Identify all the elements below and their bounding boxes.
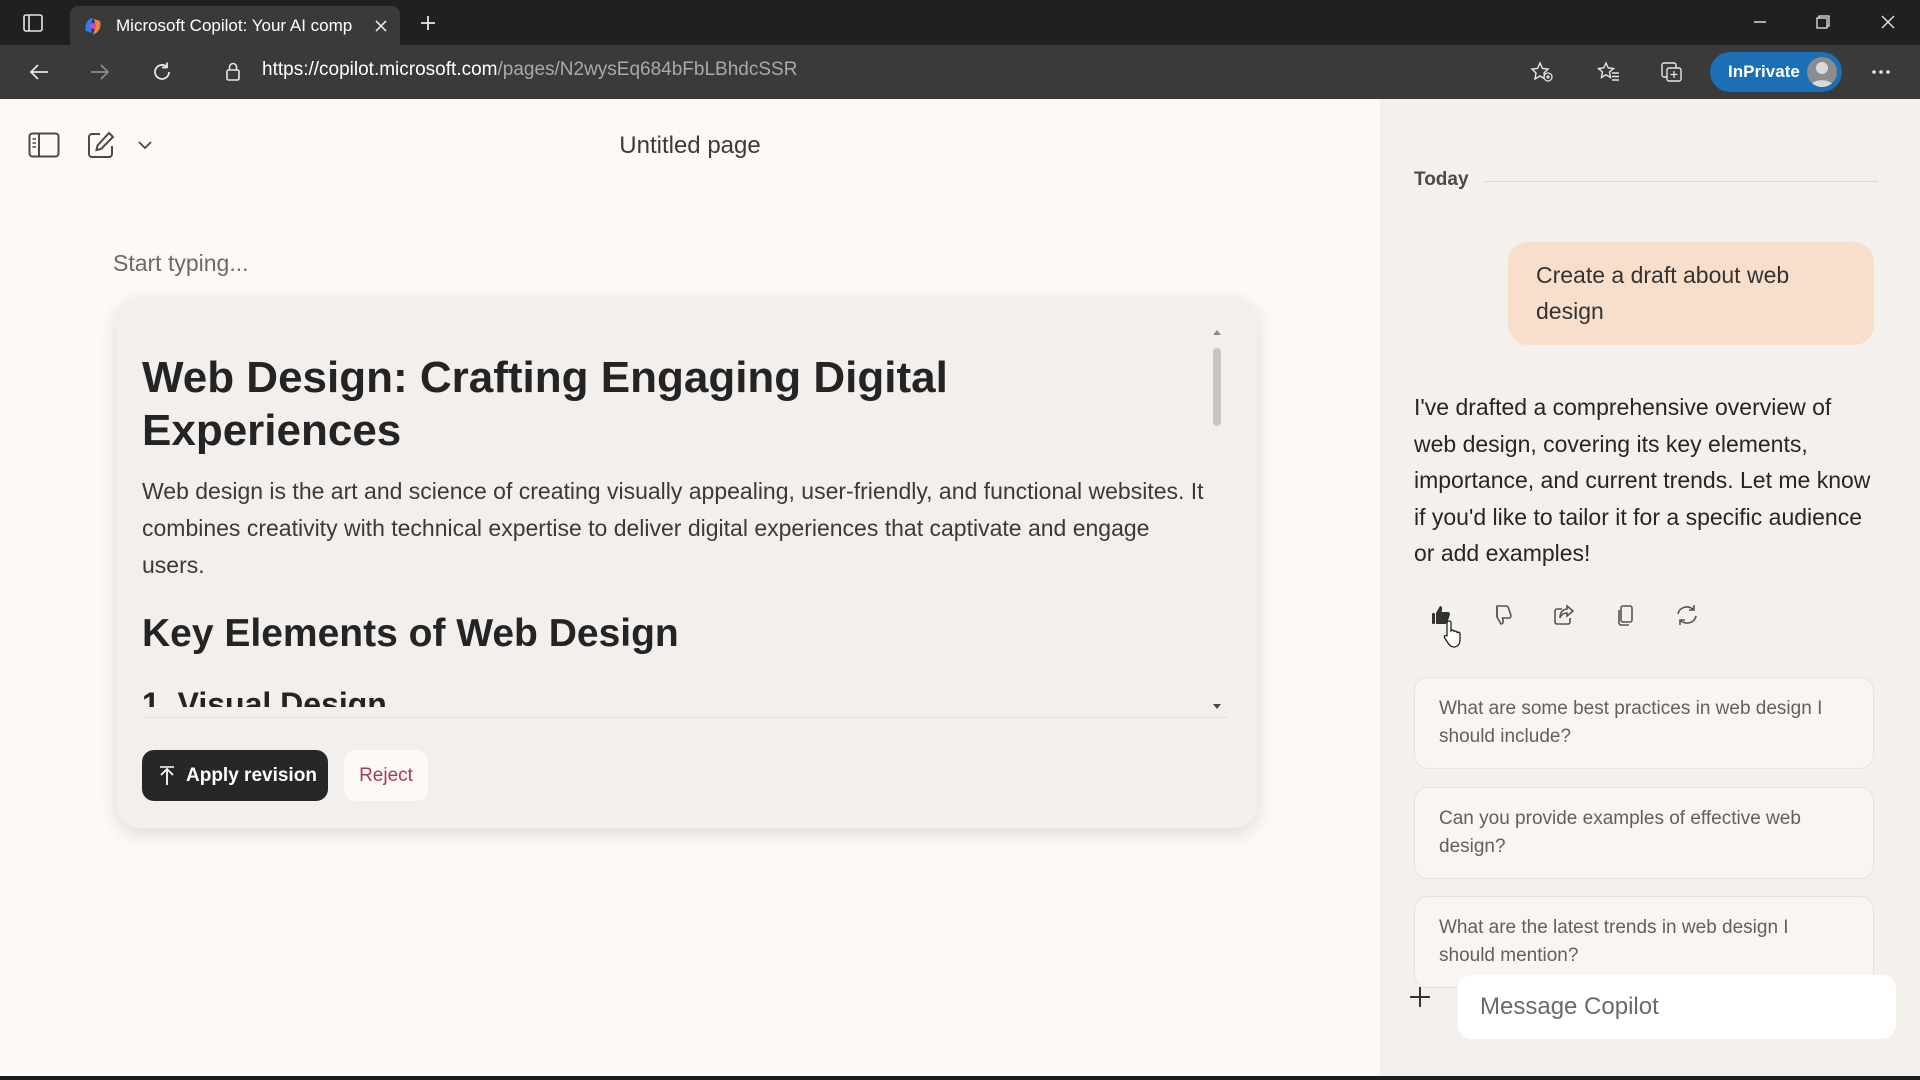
regenerate-button[interactable] bbox=[1667, 595, 1707, 635]
restore-icon bbox=[1816, 15, 1830, 29]
url-path: /pages/N2wysEq684bFbLBhdcSSR bbox=[497, 59, 798, 80]
minimize-icon bbox=[1754, 21, 1766, 23]
collections-icon bbox=[1661, 62, 1682, 82]
copilot-chat-pane: Today Create a draft about web design I'… bbox=[1380, 99, 1920, 1076]
minimize-button[interactable] bbox=[1738, 8, 1782, 36]
add-attachment-button[interactable] bbox=[1402, 979, 1438, 1015]
scroll-up-arrow-icon bbox=[1213, 330, 1221, 335]
user-message: Create a draft about web design bbox=[1508, 242, 1874, 345]
draft-content[interactable]: Web Design: Crafting Engaging Digital Ex… bbox=[142, 337, 1212, 707]
url-field[interactable]: https://copilot.microsoft.com/pages/N2wy… bbox=[262, 59, 797, 81]
address-bar-row: https://copilot.microsoft.com/pages/N2wy… bbox=[0, 45, 1920, 99]
favorites-button[interactable] bbox=[1592, 56, 1626, 88]
tab-actions-icon[interactable] bbox=[18, 10, 48, 36]
mouse-pointer-icon bbox=[1442, 619, 1466, 654]
add-favorite-icon bbox=[1530, 61, 1553, 82]
browser-title-bar: Microsoft Copilot: Your AI comp bbox=[0, 0, 1920, 45]
more-icon bbox=[1872, 70, 1890, 74]
apply-revision-label: Apply revision bbox=[186, 764, 317, 786]
forward-arrow-icon bbox=[91, 64, 110, 80]
draft-paragraph: Web design is the art and science of cre… bbox=[142, 477, 1204, 578]
close-icon[interactable] bbox=[374, 19, 388, 33]
plus-icon bbox=[1410, 987, 1430, 1007]
share-button[interactable] bbox=[1544, 595, 1584, 635]
thumbs-down-icon bbox=[1496, 605, 1512, 625]
assistant-message: I've drafted a comprehensive overview of… bbox=[1414, 394, 1871, 566]
close-icon bbox=[1881, 15, 1895, 29]
inprivate-button[interactable]: InPrivate bbox=[1710, 52, 1842, 92]
suggestion-chip[interactable]: Can you provide examples of effective we… bbox=[1414, 787, 1874, 879]
plus-icon bbox=[421, 16, 435, 30]
copilot-logo-icon bbox=[82, 15, 104, 37]
page-title: Untitled page bbox=[619, 132, 761, 159]
restore-button[interactable] bbox=[1801, 8, 1845, 36]
more-button[interactable] bbox=[1864, 56, 1898, 88]
tab-title: Microsoft Copilot: Your AI comp bbox=[116, 15, 353, 35]
apply-revision-button[interactable]: Apply revision bbox=[142, 750, 328, 801]
refresh-button[interactable] bbox=[145, 56, 179, 88]
apply-arrow-icon bbox=[160, 765, 174, 785]
url-host: https://copilot.microsoft.com bbox=[262, 59, 498, 80]
close-window-button[interactable] bbox=[1866, 8, 1910, 36]
add-favorite-button[interactable] bbox=[1525, 56, 1559, 88]
editor-placeholder[interactable]: Start typing... bbox=[113, 250, 249, 277]
back-button[interactable] bbox=[22, 56, 56, 88]
draft-subsection-heading: 1. Visual Design bbox=[142, 685, 387, 707]
new-tab-button[interactable] bbox=[413, 10, 443, 36]
draft-heading: Web Design: Crafting Engaging Digital Ex… bbox=[142, 353, 948, 455]
reject-button[interactable]: Reject bbox=[344, 750, 428, 801]
favorites-icon bbox=[1597, 61, 1619, 81]
copy-icon bbox=[1618, 605, 1633, 626]
draft-revision-card: Web Design: Crafting Engaging Digital Ex… bbox=[116, 297, 1258, 828]
refresh-icon bbox=[154, 62, 170, 80]
window-bottom-edge bbox=[0, 1076, 1920, 1080]
divider bbox=[142, 717, 1227, 718]
inprivate-label: InPrivate bbox=[1728, 62, 1800, 81]
divider bbox=[1484, 181, 1878, 182]
collections-button[interactable] bbox=[1655, 56, 1689, 88]
draft-section-heading: Key Elements of Web Design bbox=[142, 611, 679, 655]
avatar bbox=[1807, 57, 1837, 87]
thumbs-down-button[interactable] bbox=[1482, 595, 1522, 635]
regenerate-icon bbox=[1677, 605, 1697, 625]
message-input[interactable] bbox=[1458, 975, 1896, 1039]
copy-button[interactable] bbox=[1606, 595, 1646, 635]
copilot-page: Untitled page Start typing... Web Design… bbox=[0, 99, 1920, 1076]
scroll-down-arrow-icon bbox=[1213, 704, 1221, 709]
lock-icon[interactable] bbox=[216, 56, 250, 88]
forward-button[interactable] bbox=[83, 56, 117, 88]
share-icon bbox=[1554, 604, 1575, 625]
back-arrow-icon bbox=[29, 64, 48, 80]
browser-tab[interactable]: Microsoft Copilot: Your AI comp bbox=[70, 6, 400, 45]
draft-scrollbar[interactable] bbox=[1210, 327, 1224, 712]
date-separator: Today bbox=[1414, 169, 1469, 190]
suggestion-chip[interactable]: What are some best practices in web desi… bbox=[1414, 677, 1874, 769]
scroll-thumb[interactable] bbox=[1213, 348, 1221, 426]
